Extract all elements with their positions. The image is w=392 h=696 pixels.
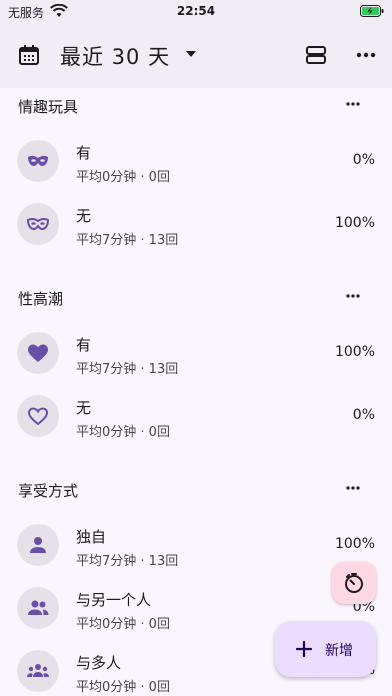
status-bar: 无服务 22:54: [0, 0, 392, 24]
item-percent: 0%: [352, 407, 375, 423]
mask-outline-icon: [26, 217, 50, 231]
avatar: [17, 587, 59, 629]
avatar: [17, 203, 59, 245]
item-name: 有: [76, 336, 92, 354]
item-subtitle: 平均0分钟 · 0回: [76, 170, 170, 185]
timer-icon: [345, 573, 363, 593]
item-name: 有: [76, 144, 92, 162]
two-people-icon: [28, 600, 49, 615]
item-subtitle: 平均7分钟 · 13回: [76, 362, 179, 377]
list-item[interactable]: 无 平均7分钟 · 13回 100%: [0, 193, 392, 255]
list-item[interactable]: 有 平均7分钟 · 13回 100%: [0, 322, 392, 384]
avatar: [17, 140, 59, 182]
add-button[interactable]: 新增: [275, 621, 376, 677]
section-title: 性高潮: [18, 290, 64, 308]
plus-icon: [295, 640, 313, 658]
section-more-icon[interactable]: [344, 481, 362, 495]
list-item[interactable]: 无 平均0分钟 · 0回 0%: [0, 385, 392, 447]
section-header-orgasm: 性高潮: [0, 280, 392, 314]
avatar: [17, 524, 59, 566]
add-button-label: 新增: [325, 643, 353, 659]
item-name: 与多人: [76, 654, 122, 672]
list-item[interactable]: 有 平均0分钟 · 0回 0%: [0, 130, 392, 192]
item-name: 与另一个人: [76, 591, 152, 609]
item-subtitle: 平均0分钟 · 0回: [76, 680, 170, 695]
group-icon: [27, 664, 49, 677]
item-subtitle: 平均7分钟 · 13回: [76, 233, 179, 248]
section-header-toys: 情趣玩具: [0, 88, 392, 122]
avatar: [17, 650, 59, 692]
mask-filled-icon: [28, 155, 48, 166]
section-title: 情趣玩具: [18, 98, 79, 116]
status-time: 22:54: [176, 4, 216, 18]
battery-charging-icon: [360, 5, 384, 17]
calendar-icon[interactable]: [18, 44, 40, 66]
item-name: 独自: [76, 528, 107, 546]
item-subtitle: 平均0分钟 · 0回: [76, 617, 170, 632]
section-more-icon[interactable]: [344, 97, 362, 111]
view-layout-icon[interactable]: [305, 44, 327, 66]
heart-outline-icon: [27, 407, 49, 426]
more-horiz-icon[interactable]: [355, 44, 377, 66]
item-percent: 100%: [334, 215, 375, 231]
item-percent: 0%: [352, 152, 375, 168]
avatar: [17, 395, 59, 437]
item-percent: 100%: [334, 344, 375, 360]
section-title: 享受方式: [18, 482, 79, 500]
dropdown-arrow-icon[interactable]: [186, 51, 196, 58]
section-header-mode: 享受方式: [0, 472, 392, 506]
item-name: 无: [76, 399, 92, 417]
item-subtitle: 平均7分钟 · 13回: [76, 554, 179, 569]
section-more-icon[interactable]: [344, 289, 362, 303]
item-percent: 100%: [334, 536, 375, 552]
date-range-title[interactable]: 最近 30 天: [60, 41, 170, 71]
app-bar: 最近 30 天: [0, 24, 392, 88]
avatar: [17, 332, 59, 374]
person-icon: [30, 537, 46, 553]
timer-button[interactable]: [332, 562, 376, 604]
item-subtitle: 平均0分钟 · 0回: [76, 425, 170, 440]
heart-filled-icon: [28, 344, 48, 362]
item-name: 无: [76, 207, 92, 225]
